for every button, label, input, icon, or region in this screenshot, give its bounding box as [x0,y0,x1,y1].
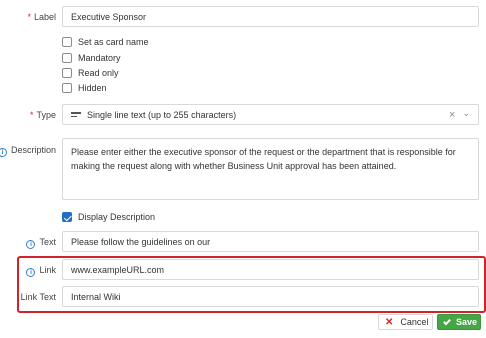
read-only-checkbox[interactable] [62,68,72,78]
save-button-label: Save [456,317,478,327]
display-description-label: Display Description [78,212,156,222]
set-as-card-name-checkbox[interactable] [62,37,72,47]
description-field-label: i Description [0,145,56,157]
text-field-label: i Text [26,237,56,249]
text-input[interactable]: Please follow the guidelines on our [62,231,479,252]
label-input-value: Executive Sponsor [71,11,147,22]
type-select-value: Single line text (up to 255 characters) [87,109,237,120]
info-icon[interactable]: i [26,268,36,277]
info-icon[interactable]: i [26,240,36,249]
type-field-label: * Type [30,110,56,120]
label-input[interactable]: Executive Sponsor [62,6,479,27]
read-only-label: Read only [78,68,119,78]
hidden-label: Hidden [78,83,107,93]
hidden-checkbox-row[interactable]: Hidden [62,82,107,94]
type-field-label-text: Type [36,110,56,120]
chevron-down-icon[interactable]: ⌄ [462,108,470,119]
text-label-text: Text [39,237,56,247]
check-icon [443,317,451,325]
save-button[interactable]: Save [437,314,481,330]
link-text-label-text: Link Text [20,292,56,302]
info-icon[interactable]: i [0,148,7,157]
description-label-text: Description [10,145,56,155]
mandatory-label: Mandatory [78,53,121,63]
link-text-input-value: Internal Wiki [71,291,121,302]
set-as-card-name-label: Set as card name [78,37,149,47]
link-field-label: i Link [26,265,56,277]
description-textarea[interactable]: Please enter either the executive sponso… [62,138,479,200]
link-input-value: www.exampleURL.com [71,264,165,275]
set-as-card-name-checkbox-row[interactable]: Set as card name [62,36,149,48]
hidden-checkbox[interactable] [62,83,72,93]
required-mark: * [27,12,31,22]
text-input-value: Please follow the guidelines on our [71,236,211,247]
mandatory-checkbox-row[interactable]: Mandatory [62,52,121,64]
text-lines-icon [71,112,81,117]
link-input[interactable]: www.exampleURL.com [62,259,479,280]
mandatory-checkbox[interactable] [62,53,72,63]
read-only-checkbox-row[interactable]: Read only [62,67,119,79]
label-field-label-text: Label [33,12,56,22]
label-field-label: * Label [27,12,56,22]
cancel-button-label: Cancel [400,317,429,327]
link-text-field-label: Link Text [21,292,56,302]
display-description-checkbox[interactable] [62,212,72,222]
link-label-text: Link [39,265,56,275]
clear-icon[interactable]: × [449,109,455,121]
close-icon: ✕ [385,316,394,328]
required-mark: * [29,110,34,120]
description-textarea-value: Please enter either the executive sponso… [71,147,456,171]
type-select[interactable]: Single line text (up to 255 characters) … [62,104,479,125]
cancel-button[interactable]: ✕ Cancel [378,314,433,330]
display-description-checkbox-row[interactable]: Display Description [62,211,155,223]
link-text-input[interactable]: Internal Wiki [62,286,479,307]
